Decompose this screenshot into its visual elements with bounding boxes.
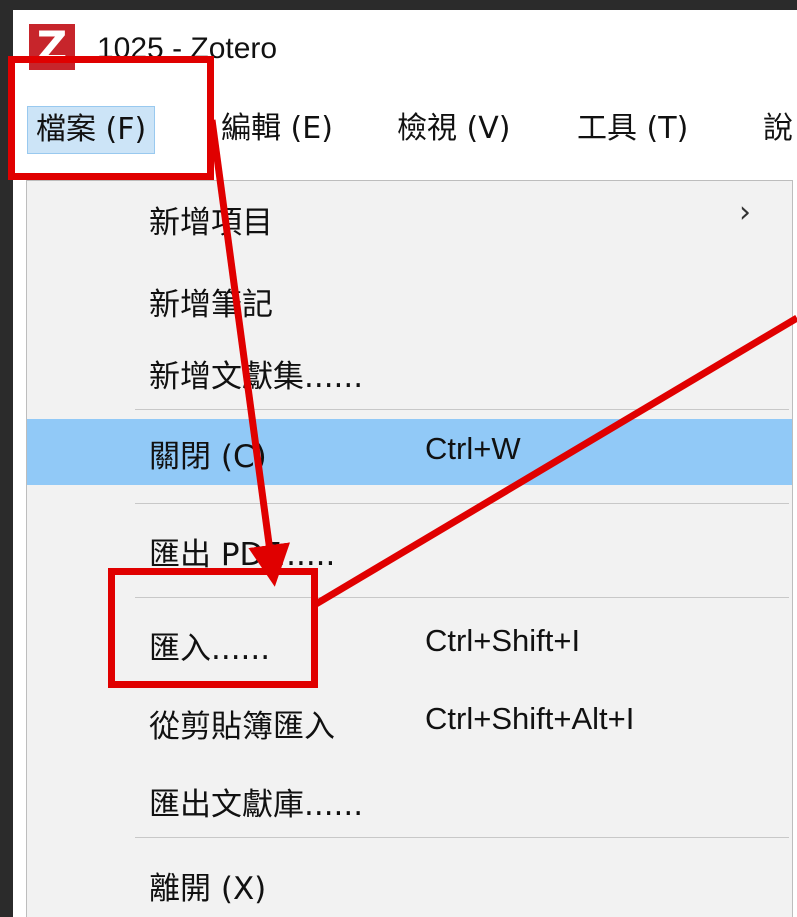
menu-item-shortcut: Ctrl+Shift+Alt+I [425,701,635,736]
annotation-box-file-menu [8,56,214,180]
menu-item-exit[interactable]: 離開 (X) [27,851,792,917]
file-dropdown-menu: 新增項目 › 新增筆記 新增文獻集...... 關閉 (C) Ctrl+W 匯出… [26,180,793,917]
menu-tools[interactable]: 工具 (T) [569,106,696,152]
menu-item-new-note[interactable]: 新增筆記 [27,267,792,333]
menu-item-label: 從剪貼簿匯入 [149,709,335,745]
menu-item-label: 新增筆記 [149,287,273,323]
menu-edit[interactable]: 編輯 (E) [213,106,341,152]
menu-help[interactable]: 說 [755,106,797,152]
menu-item-new-item[interactable]: 新增項目 › [27,185,792,251]
menu-separator [135,837,789,838]
menu-item-new-collection[interactable]: 新增文獻集...... [27,339,792,405]
menu-item-label: 新增項目 [149,205,273,241]
menu-item-shortcut: Ctrl+W [425,431,521,466]
menu-separator [135,409,789,410]
menu-item-label: 匯出文獻庫...... [149,787,364,823]
menu-item-close[interactable]: 關閉 (C) Ctrl+W [27,419,792,485]
menu-item-shortcut: Ctrl+Shift+I [425,623,581,658]
menu-item-label: 新增文獻集...... [149,359,364,395]
annotation-box-import [108,568,318,688]
menu-item-export-library[interactable]: 匯出文獻庫...... [27,767,792,833]
menu-item-import-from-clipboard[interactable]: 從剪貼簿匯入 Ctrl+Shift+Alt+I [27,689,792,755]
menu-separator [135,503,789,504]
menu-item-label: 關閉 (C) [149,439,267,475]
menu-view[interactable]: 檢視 (V) [389,106,518,152]
menu-item-label: 離開 (X) [149,871,267,907]
chevron-right-icon: › [739,195,751,230]
